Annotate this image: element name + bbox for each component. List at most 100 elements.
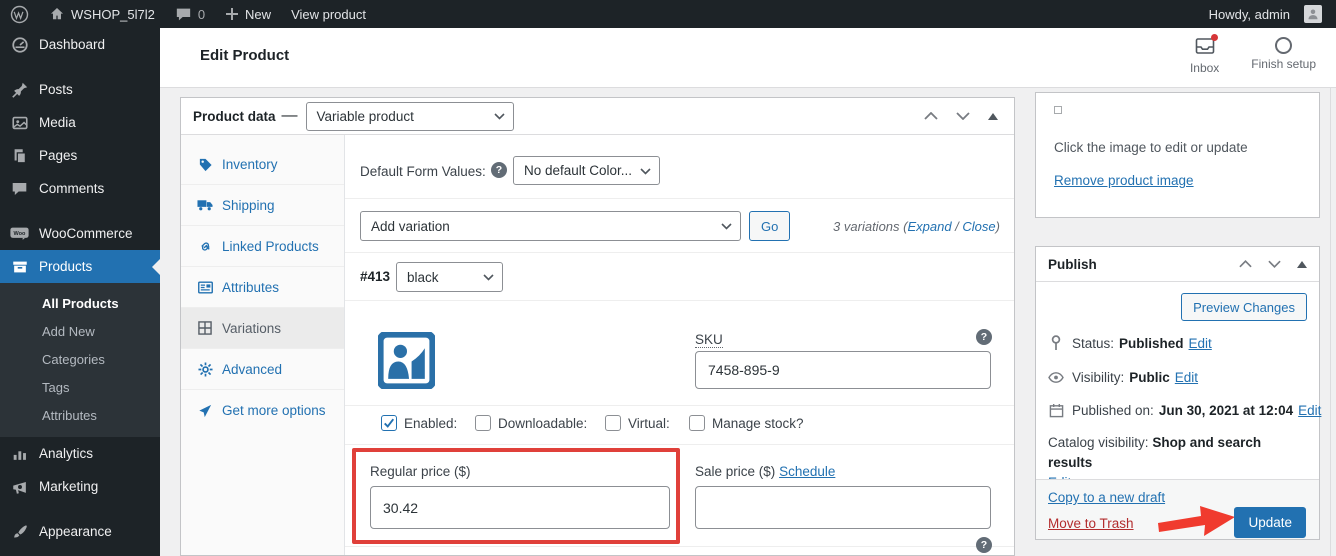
- site-name-label: WSHOP_5l7l2: [71, 7, 155, 22]
- comments-bubble-icon: [175, 7, 192, 22]
- edit-status-link[interactable]: Edit: [1189, 336, 1212, 351]
- sidebar-label: Dashboard: [39, 37, 105, 52]
- tab-variations[interactable]: Variations: [181, 308, 344, 349]
- sidebar-item-products[interactable]: Products: [0, 250, 160, 283]
- move-down-icon[interactable]: [1268, 260, 1281, 268]
- new-menu[interactable]: New: [225, 7, 271, 22]
- tab-shipping[interactable]: Shipping: [181, 185, 344, 226]
- publish-title: Publish: [1048, 257, 1097, 272]
- sidebar-item-appearance[interactable]: Appearance: [0, 515, 160, 548]
- variations-content: Default Form Values: ? No default Color.…: [345, 135, 1014, 556]
- comments-admin-link[interactable]: 0: [175, 7, 205, 22]
- move-up-icon[interactable]: [924, 112, 938, 120]
- downloadable-checkbox[interactable]: [475, 415, 491, 431]
- sidebar-item-posts[interactable]: Posts: [0, 73, 160, 106]
- downloadable-checkbox-group: Downloadable:: [475, 415, 587, 431]
- help-icon[interactable]: ?: [976, 329, 992, 345]
- status-label: Status:: [1072, 336, 1114, 351]
- update-button[interactable]: Update: [1234, 507, 1306, 538]
- tab-attributes[interactable]: Attributes: [181, 267, 344, 308]
- page-header: Edit Product Inbox Finish setup: [160, 28, 1336, 88]
- default-color-value: No default Color...: [524, 163, 632, 178]
- preview-changes-button[interactable]: Preview Changes: [1181, 293, 1307, 321]
- regular-price-input[interactable]: [370, 486, 670, 529]
- panel-toggle-icon[interactable]: [1297, 261, 1307, 268]
- tab-label: Advanced: [222, 362, 282, 377]
- analytics-icon: [10, 444, 29, 463]
- schedule-link[interactable]: Schedule: [779, 464, 835, 479]
- move-down-icon[interactable]: [956, 112, 970, 120]
- sidebar-label: Marketing: [39, 479, 98, 494]
- progress-circle-icon: [1275, 37, 1292, 54]
- broken-image-icon[interactable]: [1054, 106, 1062, 114]
- sidebar-subitem-tags[interactable]: Tags: [0, 373, 160, 401]
- close-link[interactable]: Close: [962, 219, 995, 234]
- enabled-label: Enabled:: [404, 416, 457, 431]
- downloadable-label: Downloadable:: [498, 416, 587, 431]
- sidebar-item-analytics[interactable]: Analytics: [0, 437, 160, 470]
- add-variation-select[interactable]: Add variation: [360, 211, 741, 241]
- default-form-values-label: Default Form Values:: [360, 164, 486, 179]
- manage-stock-checkbox[interactable]: [689, 415, 705, 431]
- catalog-visibility-label: Catalog visibility:: [1048, 435, 1149, 450]
- sidebar-subitem-categories[interactable]: Categories: [0, 345, 160, 373]
- sale-price-input[interactable]: [695, 486, 991, 529]
- sidebar-subitem-all-products[interactable]: All Products: [0, 289, 160, 317]
- sidebar-label: Pages: [39, 148, 77, 163]
- row-divider: [345, 444, 1014, 445]
- products-icon: [10, 257, 29, 276]
- go-button[interactable]: Go: [749, 211, 790, 241]
- sidebar-subitem-add-new[interactable]: Add New: [0, 317, 160, 345]
- sidebar-subitem-attributes[interactable]: Attributes: [0, 401, 160, 429]
- chevron-down-icon: [640, 168, 651, 175]
- inbox-label: Inbox: [1190, 61, 1219, 75]
- tab-get-more-options[interactable]: Get more options: [181, 390, 344, 431]
- tab-inventory[interactable]: Inventory: [181, 144, 344, 185]
- inbox-button[interactable]: Inbox: [1190, 37, 1219, 75]
- sidebar-item-marketing[interactable]: Marketing: [0, 470, 160, 503]
- sidebar-item-dashboard[interactable]: Dashboard: [0, 28, 160, 61]
- remove-product-image-link[interactable]: Remove product image: [1054, 173, 1194, 188]
- home-icon: [49, 6, 65, 22]
- expand-link[interactable]: Expand: [907, 219, 951, 234]
- help-icon[interactable]: ?: [491, 162, 507, 178]
- visibility-label: Visibility:: [1072, 370, 1124, 385]
- variation-color-select[interactable]: black: [396, 262, 503, 292]
- sku-input[interactable]: [695, 351, 991, 389]
- sidebar-item-pages[interactable]: Pages: [0, 139, 160, 172]
- sidebar-item-media[interactable]: Media: [0, 106, 160, 139]
- wordpress-admin-screen: WSHOP_5l7l2 0 New View product Howdy, ad…: [0, 0, 1336, 556]
- tab-linked-products[interactable]: Linked Products: [181, 226, 344, 267]
- tab-advanced[interactable]: Advanced: [181, 349, 344, 390]
- edit-published-link[interactable]: Edit: [1298, 403, 1321, 418]
- virtual-checkbox-group: Virtual:: [605, 415, 670, 431]
- submenu-label: Tags: [42, 380, 69, 395]
- visibility-row: Visibility: Public Edit: [1048, 369, 1198, 385]
- manage-stock-checkbox-group: Manage stock?: [689, 415, 804, 431]
- default-color-select[interactable]: No default Color...: [513, 156, 660, 185]
- copy-to-draft-link[interactable]: Copy to a new draft: [1048, 490, 1165, 505]
- sale-price-label: Sale price ($) Schedule: [695, 464, 835, 479]
- site-name-link[interactable]: WSHOP_5l7l2: [49, 6, 155, 22]
- virtual-checkbox[interactable]: [605, 415, 621, 431]
- variation-color-value: black: [407, 270, 439, 285]
- finish-setup-button[interactable]: Finish setup: [1251, 37, 1316, 75]
- sidebar-item-woocommerce[interactable]: Woo WooCommerce: [0, 217, 160, 250]
- help-icon[interactable]: ?: [976, 537, 992, 553]
- chevron-down-icon: [483, 274, 494, 281]
- view-product-link[interactable]: View product: [291, 7, 366, 22]
- row-divider: [345, 546, 1014, 547]
- enabled-checkbox[interactable]: [381, 415, 397, 431]
- truck-icon: [197, 197, 213, 213]
- move-to-trash-link[interactable]: Move to Trash: [1048, 516, 1134, 531]
- variation-image-placeholder-icon[interactable]: [378, 332, 435, 389]
- sidebar-item-comments[interactable]: Comments: [0, 172, 160, 205]
- panel-toggle-icon[interactable]: [988, 113, 998, 120]
- submenu-label: All Products: [42, 296, 119, 311]
- wp-logo-menu[interactable]: [10, 5, 29, 24]
- account-menu[interactable]: Howdy, admin: [1209, 5, 1322, 23]
- product-type-select[interactable]: Variable product: [306, 102, 514, 131]
- edit-visibility-link[interactable]: Edit: [1175, 370, 1198, 385]
- move-up-icon[interactable]: [1239, 260, 1252, 268]
- sale-price-label-text: Sale price ($): [695, 464, 775, 479]
